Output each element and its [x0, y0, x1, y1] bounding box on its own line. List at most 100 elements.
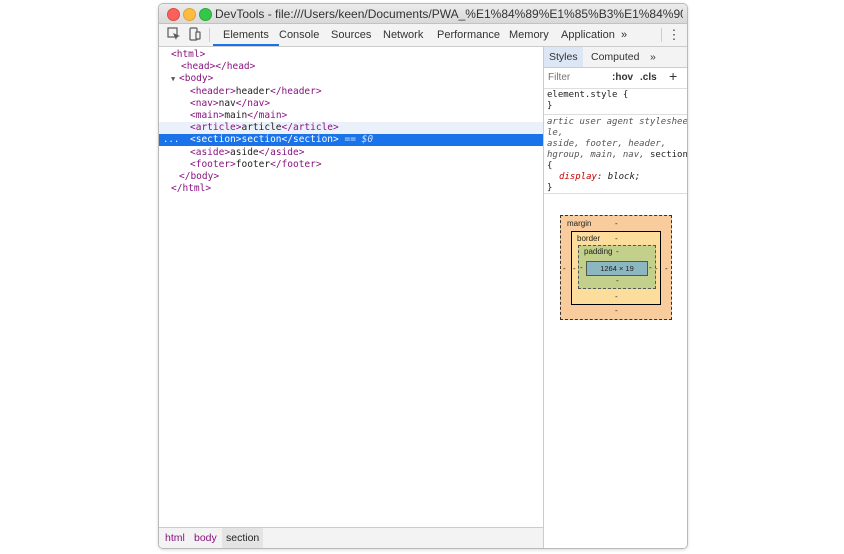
- tab-network[interactable]: Network: [383, 24, 423, 46]
- header-text: header: [235, 86, 271, 97]
- aside-open-tag: <aside>: [190, 147, 231, 158]
- styles-sidebar: Styles Computed » :hov .cls + element.st…: [544, 47, 687, 548]
- nav-close-tag: </nav>: [235, 98, 271, 109]
- tab-sources[interactable]: Sources: [331, 24, 371, 46]
- border-label: border: [577, 234, 601, 243]
- expand-triangle-icon[interactable]: ▼: [171, 73, 179, 85]
- sidebar-tabs: Styles Computed »: [544, 47, 687, 68]
- dom-node-header[interactable]: <header>header</header>: [159, 86, 543, 98]
- breadcrumb-body[interactable]: body: [194, 532, 217, 544]
- styles-filter-input[interactable]: [548, 71, 604, 84]
- box-model-padding[interactable]: padding - - - - 1264 × 19: [578, 245, 656, 289]
- header-close-tag: </header>: [270, 86, 322, 97]
- css-property-value[interactable]: block;: [608, 172, 641, 182]
- dom-node-section[interactable]: ... <section>section</section> == $0: [159, 134, 543, 146]
- footer-open-tag: <footer>: [190, 159, 236, 170]
- breadcrumb: html body section: [159, 527, 543, 548]
- margin-right-value[interactable]: -: [665, 264, 668, 273]
- body-open-tag: <body>: [179, 73, 214, 84]
- dom-node-nav[interactable]: <nav>nav</nav>: [159, 98, 543, 110]
- border-top-value[interactable]: -: [615, 234, 618, 243]
- device-toolbar-icon[interactable]: [187, 26, 203, 42]
- padding-top-value[interactable]: -: [616, 247, 619, 256]
- zoom-window-button[interactable]: [199, 8, 212, 21]
- main-close-tag: </main>: [247, 110, 288, 121]
- devtools-window: DevTools - file:///Users/keen/Documents/…: [158, 3, 688, 549]
- rule-open-brace: {: [547, 161, 553, 171]
- aside-text: aside: [230, 147, 259, 158]
- element-style-close: }: [547, 101, 553, 111]
- window-title: DevTools - file:///Users/keen/Documents/…: [215, 7, 683, 21]
- hover-state-toggle[interactable]: :hov: [612, 72, 633, 83]
- tab-computed[interactable]: Computed: [591, 47, 639, 67]
- close-window-button[interactable]: [167, 8, 180, 21]
- kebab-menu-icon[interactable]: ⋮: [667, 25, 681, 45]
- styles-filter-bar: :hov .cls +: [544, 68, 687, 89]
- dom-node-html-close[interactable]: </html>: [159, 183, 543, 195]
- box-model-margin[interactable]: margin - - - - border - - - - padding - …: [560, 215, 672, 320]
- dom-node-aside[interactable]: <aside>aside</aside>: [159, 147, 543, 159]
- toolbar-separator: [209, 28, 210, 42]
- dom-tree-panel: <html> <head></head> ▼ <body> <header>hea…: [159, 47, 543, 527]
- tab-console[interactable]: Console: [279, 24, 319, 46]
- html-open-tag: <html>: [171, 49, 206, 60]
- element-style-rule[interactable]: element.style { }: [544, 90, 687, 112]
- css-property-name[interactable]: display: [559, 172, 597, 182]
- breadcrumb-section[interactable]: section: [222, 528, 264, 548]
- margin-bottom-value[interactable]: -: [615, 306, 618, 315]
- node-actions-icon[interactable]: ...: [163, 134, 179, 146]
- border-bottom-value[interactable]: -: [615, 292, 618, 301]
- padding-bottom-value[interactable]: -: [616, 276, 619, 285]
- dom-node-head[interactable]: <head></head>: [159, 61, 543, 73]
- main-text: main: [224, 110, 248, 121]
- article-close-tag: </article>: [281, 122, 339, 133]
- head-tag: <head></head>: [181, 61, 256, 72]
- tab-application[interactable]: Application: [561, 24, 615, 46]
- tab-styles[interactable]: Styles: [544, 47, 583, 67]
- rule-selectors-line2: hgroup, main, nav,: [547, 150, 645, 160]
- main-open-tag: <main>: [190, 110, 225, 121]
- rule-selectors-line1: aside, footer, header,: [547, 139, 667, 149]
- padding-label: padding: [584, 247, 613, 256]
- article-open-tag: <article>: [190, 122, 242, 133]
- inspect-element-icon[interactable]: [166, 26, 182, 42]
- dom-node-main[interactable]: <main>main</main>: [159, 110, 543, 122]
- padding-right-value[interactable]: -: [649, 263, 652, 272]
- margin-label: margin: [567, 219, 592, 228]
- element-style-selector: element.style {: [547, 90, 629, 100]
- user-agent-rule[interactable]: artic user agent styleshee le, aside, fo…: [544, 117, 687, 194]
- border-left-value[interactable]: -: [573, 264, 576, 273]
- tab-memory[interactable]: Memory: [509, 24, 549, 46]
- margin-top-value[interactable]: -: [615, 219, 618, 228]
- rule-source-prefix: artic: [547, 117, 575, 127]
- margin-left-value[interactable]: -: [563, 264, 566, 273]
- dom-node-footer[interactable]: <footer>footer</footer>: [159, 159, 543, 171]
- body-close-tag: </body>: [179, 171, 220, 182]
- box-model-border[interactable]: border - - - - padding - - - - 1264 × 19: [571, 231, 661, 305]
- dom-node-body[interactable]: ▼ <body>: [159, 73, 543, 85]
- article-text: article: [241, 122, 282, 133]
- dom-node-body-close[interactable]: </body>: [159, 171, 543, 183]
- more-tabs-chevron-icon[interactable]: »: [621, 24, 627, 46]
- header-open-tag: <header>: [190, 86, 236, 97]
- nav-open-tag: <nav>: [190, 98, 219, 109]
- rule-source-continued: le,: [547, 128, 564, 138]
- rule-divider: [544, 114, 687, 115]
- rule-divider: [544, 193, 687, 194]
- aside-close-tag: </aside>: [258, 147, 305, 158]
- minimize-window-button[interactable]: [183, 8, 196, 21]
- box-model-content[interactable]: 1264 × 19: [586, 261, 648, 276]
- dom-node-html[interactable]: <html>: [159, 49, 543, 61]
- breadcrumb-html[interactable]: html: [165, 532, 185, 544]
- sidebar-more-chevron-icon[interactable]: »: [650, 47, 656, 67]
- tab-performance[interactable]: Performance: [437, 24, 500, 46]
- toolbar-separator: [661, 28, 662, 42]
- tab-elements[interactable]: Elements: [213, 24, 279, 46]
- dom-node-article[interactable]: <article>article</article>: [159, 122, 543, 134]
- class-toggle[interactable]: .cls: [640, 72, 657, 83]
- padding-left-value[interactable]: -: [580, 263, 583, 272]
- html-close-tag: </html>: [171, 183, 212, 194]
- nav-text: nav: [218, 98, 236, 109]
- new-rule-plus-icon[interactable]: +: [669, 68, 677, 84]
- title-bar: DevTools - file:///Users/keen/Documents/…: [159, 4, 687, 24]
